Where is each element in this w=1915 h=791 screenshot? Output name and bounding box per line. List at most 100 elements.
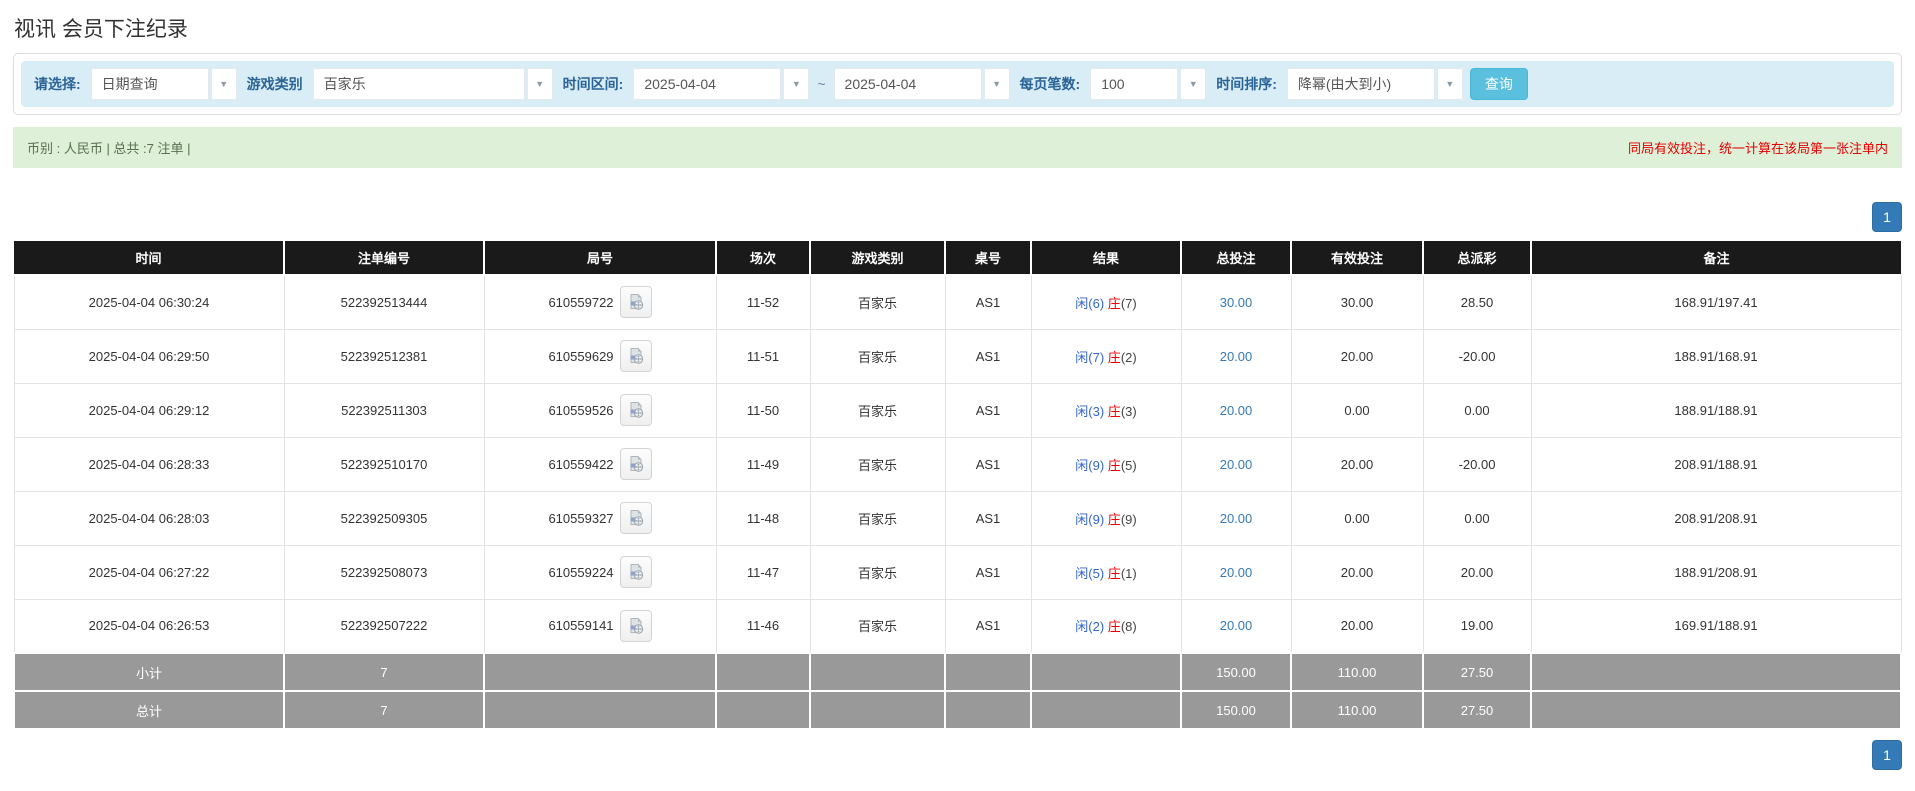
total-bet-link[interactable]: 20.00: [1220, 618, 1253, 633]
video-replay-icon: [630, 348, 643, 364]
query-type-select[interactable]: 日期查询 ▼: [90, 68, 237, 100]
chevron-down-icon[interactable]: ▼: [526, 68, 553, 100]
video-replay-icon: [630, 564, 643, 580]
cell-bet-id: 522392511303: [283, 382, 485, 438]
game-type-select[interactable]: 百家乐 ▼: [312, 68, 553, 100]
date-from-picker[interactable]: 2025-04-04 ▼: [633, 68, 810, 100]
col-header-game-type: 游戏类别: [809, 241, 945, 276]
result-banker: 庄: [1107, 349, 1121, 365]
chevron-down-icon[interactable]: ▼: [1436, 68, 1463, 100]
total-bet-link[interactable]: 20.00: [1220, 511, 1253, 526]
game-type-label: 游戏类别: [246, 76, 303, 92]
col-header-bet-id: 注单编号: [283, 241, 484, 276]
cell-bet-id: 522392507222: [283, 598, 485, 654]
result-banker: 庄: [1107, 295, 1121, 311]
cell-payout: -20.00: [1422, 328, 1532, 384]
video-replay-icon: [630, 456, 643, 472]
result-banker-score: (5): [1120, 457, 1137, 473]
cell-total-bet: 20.00: [1180, 328, 1292, 384]
round-id-text: 610559224: [548, 564, 614, 580]
search-button[interactable]: 查询: [1469, 68, 1528, 100]
valid-bet-notice-text: 同局有效投注，统一计算在该局第一张注单内: [1627, 141, 1888, 156]
chevron-down-icon[interactable]: ▼: [1180, 68, 1207, 100]
video-replay-button[interactable]: [619, 609, 652, 642]
col-header-result: 结果: [1030, 241, 1181, 276]
video-replay-button[interactable]: [619, 286, 652, 319]
cell-session: 11-46: [715, 598, 811, 654]
video-replay-button[interactable]: [619, 448, 652, 480]
chevron-down-icon[interactable]: ▼: [983, 68, 1010, 100]
cell-game-type: 百家乐: [809, 328, 946, 384]
total-bet-link[interactable]: 30.00: [1220, 295, 1253, 310]
date-to-picker[interactable]: 2025-04-04 ▼: [833, 68, 1010, 100]
page-button-1[interactable]: 1: [1872, 740, 1902, 770]
cell-payout: 19.00: [1422, 598, 1532, 654]
total-bet-link[interactable]: 20.00: [1220, 403, 1253, 418]
cell-round-id: 610559526: [483, 382, 717, 438]
cell-bet-id: 522392509305: [283, 490, 485, 546]
subtotal-payout: 27.50: [1422, 652, 1532, 692]
subtotal-row: 小计 7 150.00 110.00 27.50: [13, 652, 1902, 692]
video-replay-button[interactable]: [619, 340, 652, 372]
cell-session: 11-52: [715, 274, 811, 330]
page-button-1[interactable]: 1: [1872, 202, 1902, 232]
cell-payout: 0.00: [1422, 490, 1532, 546]
total-payout: 27.50: [1422, 690, 1532, 730]
page-size-value[interactable]: 100: [1090, 68, 1179, 100]
cell-result: 闲(7) 庄(2): [1030, 328, 1182, 384]
round-id-text: 610559629: [548, 348, 614, 364]
date-to-value[interactable]: 2025-04-04: [833, 68, 982, 100]
cell-game-type: 百家乐: [809, 544, 946, 600]
query-type-value[interactable]: 日期查询: [90, 68, 209, 100]
result-banker-score: (8): [1120, 619, 1137, 635]
video-replay-icon: [630, 617, 643, 634]
video-replay-button[interactable]: [619, 502, 652, 534]
total-bet-link[interactable]: 20.00: [1220, 349, 1253, 364]
total-label: 总计: [13, 690, 285, 730]
subtotal-count: 7: [283, 652, 485, 692]
cell-total-bet: 20.00: [1180, 490, 1292, 546]
cell-result: 闲(9) 庄(5): [1030, 436, 1182, 492]
total-bet-link[interactable]: 20.00: [1220, 457, 1253, 472]
table-row: 2025-04-04 06:30:24 522392513444 6105597…: [13, 274, 1902, 330]
cell-time: 2025-04-04 06:29:12: [13, 382, 285, 438]
cell-payout: 20.00: [1422, 544, 1532, 600]
cell-table-no: AS1: [944, 382, 1032, 438]
cell-bet-id: 522392513444: [283, 274, 485, 330]
cell-time: 2025-04-04 06:29:50: [13, 328, 285, 384]
page-title: 视讯 会员下注纪录: [14, 18, 188, 41]
chevron-down-icon[interactable]: ▼: [210, 68, 237, 100]
result-banker: 庄: [1107, 511, 1121, 527]
cell-game-type: 百家乐: [809, 490, 946, 546]
result-player: 闲(2): [1075, 619, 1105, 635]
table-row: 2025-04-04 06:29:50 522392512381 6105596…: [13, 328, 1902, 384]
page-size-label: 每页笔数:: [1019, 76, 1081, 92]
cell-table-no: AS1: [944, 490, 1032, 546]
total-count: 7: [283, 690, 485, 730]
time-sort-select[interactable]: 降幂(由大到小) ▼: [1286, 68, 1463, 100]
video-replay-button[interactable]: [619, 556, 652, 588]
cell-bet-id: 522392508073: [283, 544, 485, 600]
cell-remark: 188.91/188.91: [1530, 382, 1902, 438]
chevron-down-icon[interactable]: ▼: [783, 68, 810, 100]
cell-payout: -20.00: [1422, 436, 1532, 492]
page-size-select[interactable]: 100 ▼: [1090, 68, 1207, 100]
result-banker: 庄: [1107, 565, 1121, 581]
result-player: 闲(9): [1075, 457, 1105, 473]
cell-table-no: AS1: [944, 544, 1032, 600]
cell-game-type: 百家乐: [809, 436, 946, 492]
result-player: 闲(6): [1075, 295, 1105, 311]
date-from-value[interactable]: 2025-04-04: [633, 68, 782, 100]
total-bet-link[interactable]: 20.00: [1220, 565, 1253, 580]
cell-game-type: 百家乐: [809, 274, 946, 330]
col-header-time: 时间: [14, 241, 284, 276]
game-type-value[interactable]: 百家乐: [312, 68, 525, 100]
cell-game-type: 百家乐: [809, 598, 946, 654]
result-banker-score: (7): [1120, 295, 1137, 311]
time-sort-value[interactable]: 降幂(由大到小): [1286, 68, 1435, 100]
video-replay-button[interactable]: [619, 394, 652, 426]
time-range-label: 时间区间:: [562, 76, 624, 92]
cell-valid-bet: 20.00: [1290, 328, 1424, 384]
cell-time: 2025-04-04 06:28:33: [13, 436, 285, 492]
cell-remark: 208.91/188.91: [1530, 436, 1902, 492]
